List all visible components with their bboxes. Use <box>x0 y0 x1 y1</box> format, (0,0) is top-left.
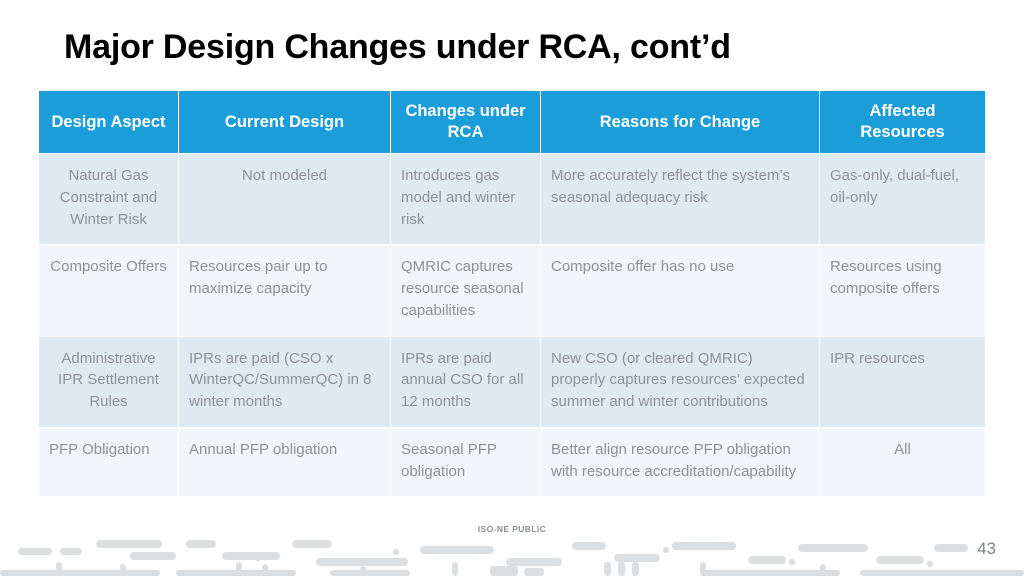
table-header-row: Design Aspect Current Design Changes und… <box>38 89 986 155</box>
page-title: Major Design Changes under RCA, cont’d <box>64 28 731 66</box>
column-header-changes-under-rca: Changes under RCA <box>390 89 541 155</box>
cell-changes-under-rca: IPRs are paid annual CSO for all 12 mont… <box>390 335 541 428</box>
design-changes-table: Design Aspect Current Design Changes und… <box>38 89 986 498</box>
cell-changes-under-rca: Seasonal PFP obligation <box>390 426 541 498</box>
column-header-current-design: Current Design <box>178 89 391 155</box>
cell-design-aspect: Composite Offers <box>38 244 179 337</box>
cell-design-aspect: Administrative IPR Settlement Rules <box>38 335 179 428</box>
table-row: Natural Gas Constraint and Winter Risk N… <box>38 153 986 246</box>
cell-changes-under-rca: Introduces gas model and winter risk <box>390 153 541 246</box>
cell-reasons-for-change: Better align resource PFP obligation wit… <box>540 426 820 498</box>
footer-label: ISO-NE PUBLIC <box>477 524 547 534</box>
cell-reasons-for-change: Composite offer has no use <box>540 244 820 337</box>
slide: Major Design Changes under RCA, cont’d D… <box>0 0 1024 576</box>
column-header-affected-resources: Affected Resources <box>819 89 986 155</box>
cell-current-design: Resources pair up to maximize capacity <box>178 244 391 337</box>
cell-current-design: IPRs are paid (CSO x WinterQC/SummerQC) … <box>178 335 391 428</box>
column-header-design-aspect: Design Aspect <box>38 89 179 155</box>
cell-affected-resources: Gas-only, dual-fuel, oil-only <box>819 153 986 246</box>
cell-design-aspect: PFP Obligation <box>38 426 179 498</box>
cell-reasons-for-change: New CSO (or cleared QMRIC) properly capt… <box>540 335 820 428</box>
cell-affected-resources: All <box>819 426 986 498</box>
cell-reasons-for-change: More accurately reflect the system’s sea… <box>540 153 820 246</box>
column-header-reasons-for-change: Reasons for Change <box>540 89 820 155</box>
cell-current-design: Annual PFP obligation <box>178 426 391 498</box>
cell-affected-resources: Resources using composite offers <box>819 244 986 337</box>
cell-current-design: Not modeled <box>178 153 391 246</box>
table-row: Administrative IPR Settlement Rules IPRs… <box>38 335 986 428</box>
cell-changes-under-rca: QMRIC captures resource seasonal capabil… <box>390 244 541 337</box>
cell-affected-resources: IPR resources <box>819 335 986 428</box>
table-row: Composite Offers Resources pair up to ma… <box>38 244 986 337</box>
page-number: 43 <box>977 539 996 558</box>
table-row: PFP Obligation Annual PFP obligation Sea… <box>38 426 986 498</box>
cell-design-aspect: Natural Gas Constraint and Winter Risk <box>38 153 179 246</box>
